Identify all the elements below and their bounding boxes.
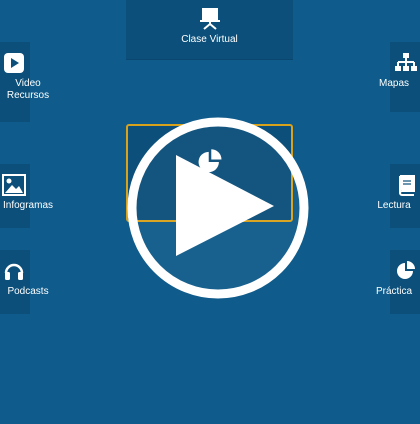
course-menu-screen: Clase Virtual Video Recursos Infogramas …	[0, 0, 420, 424]
video-recursos-label: Video Recursos	[6, 78, 50, 101]
lecturas-tile[interactable]: Lectura	[377, 164, 420, 228]
podcasts-tile[interactable]: Podcasts	[0, 250, 49, 314]
infogramas-tile[interactable]: Infogramas	[0, 164, 53, 228]
headphones-icon	[4, 263, 24, 280]
sitemap-icon	[395, 53, 417, 71]
podcasts-label: Podcasts	[7, 286, 49, 297]
infogramas-label: Infogramas	[2, 200, 54, 211]
play-button[interactable]	[127, 117, 309, 299]
pie-chart-icon	[397, 261, 415, 279]
video-recursos-tile[interactable]: Video Recursos	[0, 42, 49, 122]
projector-screen-icon	[199, 8, 220, 30]
mapas-tile[interactable]: Mapas	[379, 42, 420, 112]
video-play-overlay	[127, 117, 309, 299]
mapas-label: Mapas	[378, 78, 409, 89]
practicas-label: Práctica	[375, 286, 413, 297]
play-icon	[4, 53, 24, 73]
practicas-tile[interactable]: Práctica	[376, 250, 420, 314]
clase-virtual-label: Clase Virtual	[181, 34, 238, 45]
book-icon	[399, 175, 415, 196]
image-icon	[2, 174, 26, 196]
lecturas-label: Lectura	[377, 200, 411, 211]
clase-virtual-tile[interactable]: Clase Virtual	[126, 0, 293, 60]
